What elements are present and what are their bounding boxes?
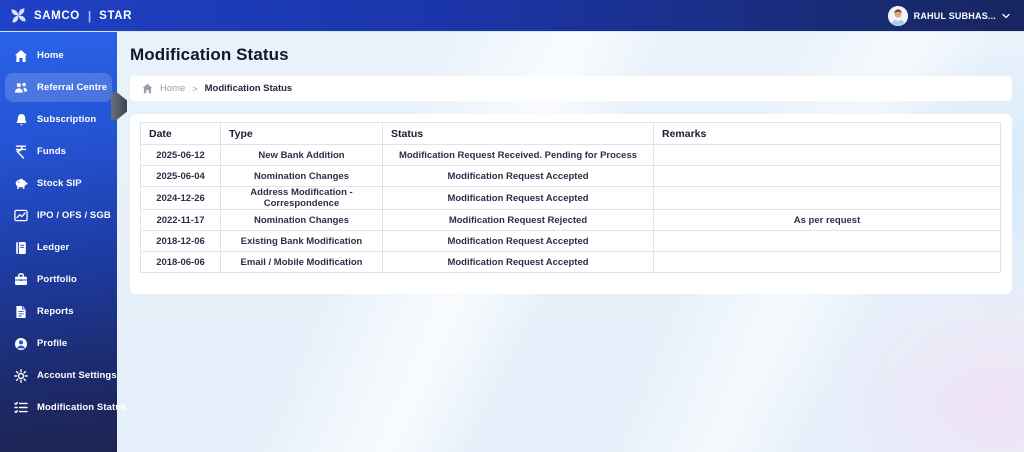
sidebar-item-label: IPO / OFS / SGB	[37, 210, 111, 221]
column-header: Status	[382, 122, 654, 145]
page-title: Modification Status	[130, 45, 289, 64]
sidebar-item-ledger[interactable]: Ledger	[5, 233, 112, 262]
table-header-row: Date Type Status Remarks	[140, 122, 1001, 145]
sidebar-item-subscription[interactable]: Subscription	[5, 105, 112, 134]
referral-icon	[14, 81, 28, 95]
sidebar-item-modification-status[interactable]: Modification Status	[5, 393, 126, 422]
sidebar-item-label: Reports	[37, 306, 74, 317]
table-cell	[653, 251, 1001, 273]
table-cell: Modification Request Accepted	[382, 165, 654, 187]
sidebar-item-funds[interactable]: Funds	[5, 137, 112, 166]
sidebar-item-reports[interactable]: Reports	[5, 297, 112, 326]
sidebar-item-label: Ledger	[37, 242, 70, 253]
sidebar-item-label: Profile	[37, 338, 68, 349]
sidebar-item-label: Referral Centre	[37, 82, 108, 93]
briefcase-icon	[14, 273, 28, 287]
avatar	[887, 5, 908, 26]
sidebar: Home Referral Centre Subscription Funds Stoc…	[0, 32, 127, 452]
table-cell: Email / Mobile Modification	[220, 251, 383, 273]
column-header: Date	[140, 122, 221, 145]
home-icon	[14, 49, 28, 63]
brand-separator: |	[87, 8, 92, 23]
table-cell: 2025-06-12	[140, 144, 221, 166]
column-header: Type	[220, 122, 383, 145]
table-cell: 2025-06-04	[140, 165, 221, 187]
breadcrumb-separator: >	[192, 83, 198, 94]
home-icon	[142, 83, 153, 94]
table-cell: As per request	[653, 209, 1001, 231]
sidebar-item-referral-centre[interactable]: Referral Centre	[5, 73, 112, 102]
table-cell: Modification Request Accepted	[382, 230, 654, 252]
main-content: Modification Status Home > Modification …	[117, 32, 1024, 452]
table-cell: Modification Request Received. Pending f…	[382, 144, 654, 166]
gear-icon	[14, 368, 28, 383]
table-cell: 2024-12-26	[140, 186, 221, 210]
sidebar-item-profile[interactable]: Profile	[5, 329, 112, 358]
breadcrumb-current: Modification Status	[204, 83, 293, 94]
table-cell: 2022-11-17	[140, 209, 221, 231]
breadcrumb: Home > Modification Status	[130, 76, 1012, 101]
table-cell: 2018-06-06	[140, 251, 221, 273]
sidebar-item-label: Portfolio	[37, 274, 77, 285]
table-row: 2024-12-26 Address Modification - Corresp…	[140, 186, 1001, 210]
rupee-icon	[14, 145, 28, 159]
sidebar-item-label: Account Settings	[37, 370, 117, 381]
brand-name: SAMCO	[34, 9, 80, 22]
sidebar-item-label: Modification Status	[37, 402, 127, 413]
sidebar-item-stock-sip[interactable]: Stock SIP	[5, 169, 112, 198]
table-cell	[653, 230, 1001, 252]
sidebar-item-label: Stock SIP	[37, 178, 82, 189]
chart-icon	[14, 209, 28, 223]
table-cell: Address Modification - Correspondence	[220, 186, 383, 210]
table-row: 2025-06-12 New Bank Addition Modification …	[140, 144, 1001, 166]
table-cell: New Bank Addition	[220, 144, 383, 166]
table-row: 2022-11-17 Nomination Changes Modification…	[140, 209, 1001, 231]
sidebar-item-label: Subscription	[37, 114, 97, 125]
table-cell: Modification Request Rejected	[382, 209, 654, 231]
user-name: RAHUL SUBHAS...	[913, 10, 996, 21]
table-cell: Modification Request Accepted	[382, 251, 654, 273]
document-icon	[14, 305, 28, 319]
samco-pinwheel-icon	[10, 7, 27, 24]
topbar: SAMCO | STAR RAHUL SUBHAS...	[0, 0, 1024, 32]
sidebar-item-home[interactable]: Home	[5, 41, 112, 70]
table-row: 2018-06-06 Email / Mobile Modification Mod…	[140, 251, 1001, 273]
table-cell: Nomination Changes	[220, 209, 383, 231]
table-cell: Existing Bank Modification	[220, 230, 383, 252]
checklist-icon	[14, 401, 28, 415]
sidebar-item-ipo-ofs-sgb[interactable]: IPO / OFS / SGB	[5, 201, 112, 230]
modification-status-table: Date Type Status Remarks 2025-06-12 New Bank…	[140, 122, 1001, 273]
chevron-down-icon	[1002, 13, 1010, 19]
table-cell	[653, 165, 1001, 187]
sidebar-item-portfolio[interactable]: Portfolio	[5, 265, 112, 294]
sidebar-item-label: Home	[37, 50, 64, 61]
ledger-icon	[14, 241, 28, 255]
sidebar-nav: Home Referral Centre Subscription Funds Stoc…	[0, 41, 126, 422]
column-header: Remarks	[653, 122, 1001, 145]
table-cell	[653, 186, 1001, 210]
modification-status-card: Date Type Status Remarks 2025-06-12 New Bank…	[130, 114, 1012, 294]
table-row: 2025-06-04 Nomination Changes Modification…	[140, 165, 1001, 187]
table-cell: Modification Request Accepted	[382, 186, 654, 210]
table-cell: 2018-12-06	[140, 230, 221, 252]
user-menu[interactable]: RAHUL SUBHAS...	[887, 5, 1024, 26]
table-cell: Nomination Changes	[220, 165, 383, 187]
breadcrumb-home-link[interactable]: Home	[160, 83, 185, 94]
bell-icon	[14, 113, 28, 127]
table-cell	[653, 144, 1001, 166]
piggy-bank-icon	[14, 177, 28, 191]
profile-icon	[14, 337, 28, 351]
brand-sub-name: STAR	[99, 9, 133, 22]
sidebar-item-account-settings[interactable]: Account Settings	[5, 361, 117, 390]
sidebar-item-label: Funds	[37, 146, 66, 157]
brand-logo[interactable]: SAMCO | STAR	[0, 7, 132, 24]
table-row: 2018-12-06 Existing Bank Modification Modi…	[140, 230, 1001, 252]
